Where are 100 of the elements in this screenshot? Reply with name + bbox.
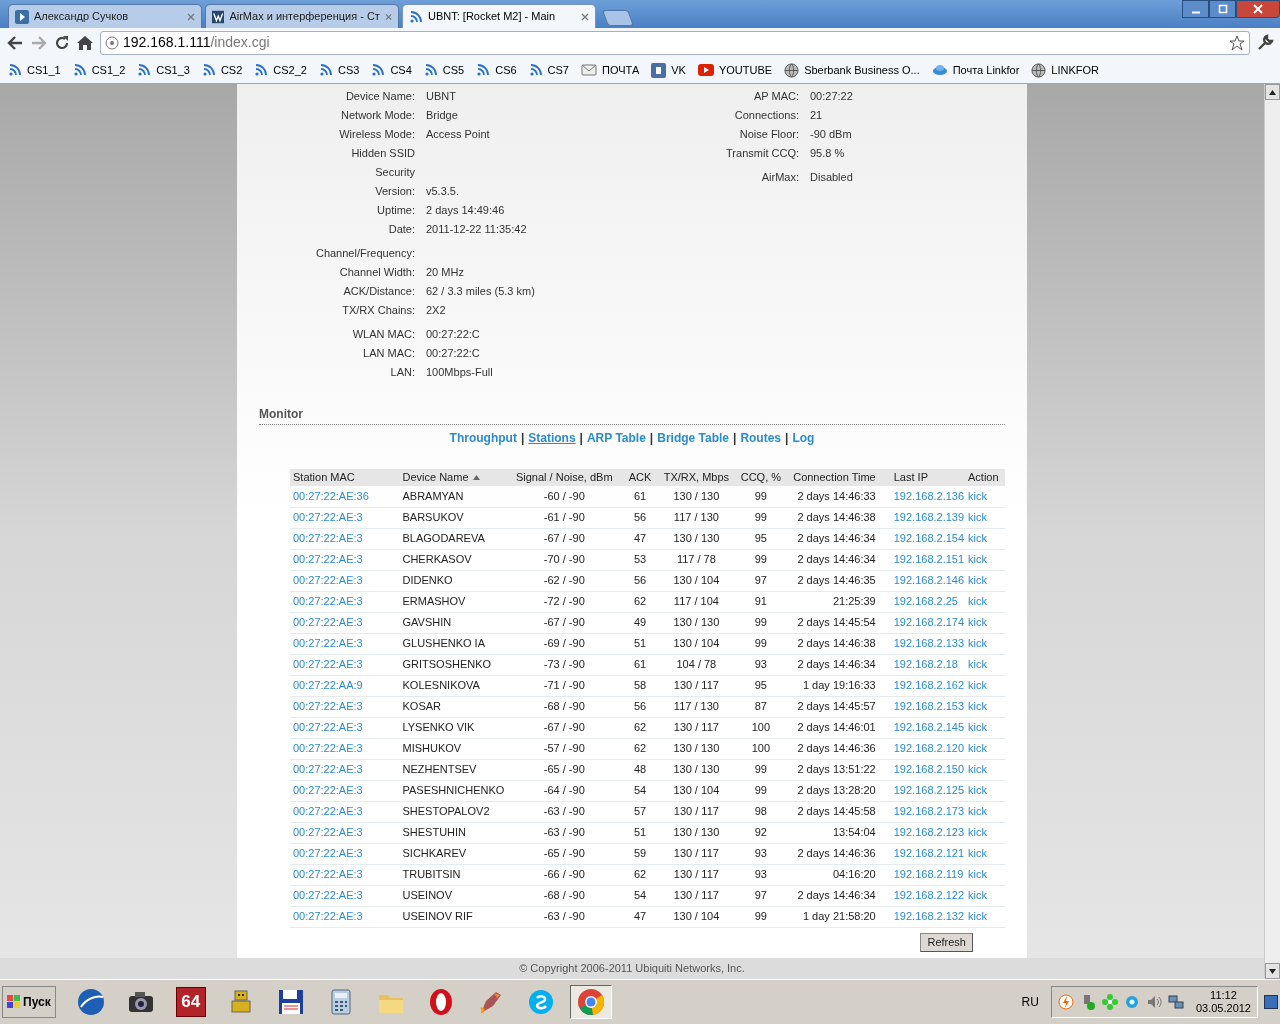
kick-link[interactable]: kick bbox=[968, 637, 987, 650]
mac-link[interactable]: 00:27:22:AE:3 bbox=[293, 763, 363, 776]
kick-link[interactable]: kick bbox=[968, 910, 987, 923]
bookmark[interactable]: Почта Linkfor bbox=[931, 61, 1020, 79]
ip-link[interactable]: 192.168.2.121 bbox=[893, 847, 965, 860]
show-desktop-button[interactable] bbox=[1264, 995, 1278, 1009]
column-header[interactable]: Connection Time bbox=[787, 469, 884, 486]
maximize-button[interactable] bbox=[1209, 0, 1236, 18]
star-icon[interactable] bbox=[1229, 34, 1245, 51]
mac-link[interactable]: 00:27:22:AE:3 bbox=[293, 637, 363, 650]
ip-link[interactable]: 192.168.2.145 bbox=[893, 721, 965, 734]
mac-link[interactable]: 00:27:22:AE:3 bbox=[293, 595, 363, 608]
bookmark[interactable]: CS2_2 bbox=[254, 61, 307, 79]
language-indicator[interactable]: RU bbox=[1021, 993, 1039, 1011]
column-header[interactable]: Last IP bbox=[883, 469, 966, 486]
kick-link[interactable]: kick bbox=[968, 868, 987, 881]
kick-link[interactable]: kick bbox=[968, 889, 987, 902]
kick-link[interactable]: kick bbox=[968, 721, 987, 734]
column-header[interactable]: Station MAC bbox=[290, 469, 397, 486]
ip-link[interactable]: 192.168.2.150 bbox=[893, 763, 965, 776]
kick-link[interactable]: kick bbox=[968, 616, 987, 629]
mac-link[interactable]: 00:27:22:AA:9 bbox=[293, 679, 363, 692]
mac-link[interactable]: 00:27:22:AE:3 bbox=[293, 700, 363, 713]
mac-link[interactable]: 00:27:22:AE:3 bbox=[293, 574, 363, 587]
kick-link[interactable]: kick bbox=[968, 511, 987, 524]
taskbar-button[interactable] bbox=[569, 985, 612, 1019]
mac-link[interactable]: 00:27:22:AE:3 bbox=[293, 742, 363, 755]
kick-link[interactable]: kick bbox=[968, 805, 987, 818]
browser-tab[interactable]: AirMax и интерференция - Ст bbox=[205, 4, 399, 28]
minimize-button[interactable] bbox=[1182, 0, 1209, 18]
network-icon[interactable] bbox=[1167, 994, 1184, 1010]
nav-link[interactable]: Stations bbox=[528, 429, 576, 447]
bookmark[interactable]: ПОЧТА bbox=[581, 61, 640, 79]
ip-link[interactable]: 192.168.2.120 bbox=[893, 742, 965, 755]
ip-link[interactable]: 192.168.2.125 bbox=[893, 784, 965, 797]
column-header[interactable]: CCQ, % bbox=[734, 469, 788, 486]
ip-link[interactable]: 192.168.2.132 bbox=[893, 910, 965, 923]
mac-link[interactable]: 00:27:22:AE:3 bbox=[293, 511, 363, 524]
bookmark[interactable]: YOUTUBE bbox=[697, 61, 773, 79]
kick-link[interactable]: kick bbox=[968, 826, 987, 839]
nav-link[interactable]: ARP Table bbox=[586, 429, 646, 447]
bookmark[interactable]: CS7 bbox=[528, 61, 569, 79]
column-header[interactable]: Signal / Noise, dBm bbox=[506, 469, 622, 486]
mac-link[interactable]: 00:27:22:AE:3 bbox=[293, 616, 363, 629]
column-header[interactable]: Device Name bbox=[396, 469, 507, 486]
bookmark[interactable]: CS6 bbox=[476, 61, 517, 79]
kick-link[interactable]: kick bbox=[968, 553, 987, 566]
scrollbar[interactable] bbox=[1264, 84, 1280, 979]
app-tile[interactable]: 64 bbox=[175, 987, 206, 1017]
scroll-down-icon[interactable] bbox=[1269, 968, 1276, 974]
mac-link[interactable]: 00:27:22:AE:3 bbox=[293, 658, 363, 671]
address-bar[interactable]: 192.168.1.111/index.cgi bbox=[100, 30, 1250, 55]
ip-link[interactable]: 192.168.2.153 bbox=[893, 700, 965, 713]
ip-link[interactable]: 192.168.2.154 bbox=[893, 532, 965, 545]
nav-link[interactable]: Throughput bbox=[449, 429, 517, 447]
mac-link[interactable]: 00:27:22:AE:3 bbox=[293, 532, 363, 545]
bookmark[interactable]: CS1_2 bbox=[72, 61, 126, 79]
mac-link[interactable]: 00:27:22:AE:3 bbox=[293, 805, 363, 818]
bookmark[interactable]: LINKFOR bbox=[1031, 61, 1099, 79]
ip-link[interactable]: 192.168.2.18 bbox=[893, 658, 958, 671]
circle-icon[interactable] bbox=[1123, 994, 1140, 1010]
chrome-icon[interactable] bbox=[575, 987, 606, 1017]
bookmark[interactable]: CS4 bbox=[371, 61, 412, 79]
nav-link[interactable]: Routes bbox=[740, 429, 782, 447]
kick-link[interactable]: kick bbox=[968, 679, 987, 692]
ip-link[interactable]: 192.168.2.151 bbox=[893, 553, 965, 566]
ip-link[interactable]: 192.168.2.162 bbox=[893, 679, 965, 692]
ip-link[interactable]: 192.168.2.123 bbox=[893, 826, 965, 839]
home-icon[interactable] bbox=[76, 34, 94, 51]
browser-tab[interactable]: UBNT: [Rocket M2] - Main bbox=[402, 4, 596, 28]
scroll-up-icon[interactable] bbox=[1269, 89, 1276, 95]
column-header[interactable]: Action bbox=[966, 469, 1005, 486]
mac-link[interactable]: 00:27:22:AE:3 bbox=[293, 910, 363, 923]
new-tab-button[interactable] bbox=[602, 10, 634, 26]
kick-link[interactable]: kick bbox=[968, 847, 987, 860]
ip-link[interactable]: 192.168.2.136 bbox=[893, 490, 965, 502]
kick-link[interactable]: kick bbox=[968, 574, 987, 587]
ip-link[interactable]: 192.168.2.174 bbox=[893, 616, 965, 629]
mac-link[interactable]: 00:27:22:AE:3 bbox=[293, 553, 363, 566]
start-button[interactable]: Пуск bbox=[2, 986, 56, 1018]
ip-link[interactable]: 192.168.2.122 bbox=[893, 889, 965, 902]
nav-link[interactable]: Bridge Table bbox=[657, 429, 729, 447]
refresh-button[interactable]: Refresh bbox=[920, 932, 973, 952]
kick-link[interactable]: kick bbox=[968, 595, 987, 608]
kick-link[interactable]: kick bbox=[968, 658, 987, 671]
bookmark[interactable]: CS2 bbox=[201, 61, 243, 79]
browser-tab[interactable]: Александр Сучков bbox=[8, 4, 202, 28]
mac-link[interactable]: 00:27:22:AE:3 bbox=[293, 826, 363, 839]
globe-icon[interactable] bbox=[75, 987, 106, 1017]
kick-link[interactable]: kick bbox=[968, 784, 987, 797]
close-icon[interactable] bbox=[581, 12, 589, 21]
ip-link[interactable]: 192.168.2.119 bbox=[893, 868, 964, 881]
lightning-icon[interactable] bbox=[1057, 994, 1074, 1010]
back-icon[interactable] bbox=[6, 34, 24, 51]
kick-link[interactable]: kick bbox=[968, 532, 987, 545]
taskbar-button[interactable]: 64 bbox=[169, 985, 212, 1019]
reload-icon[interactable] bbox=[54, 34, 70, 51]
mac-link[interactable]: 00:27:22:AE:3 bbox=[293, 847, 363, 860]
ip-link[interactable]: 192.168.2.146 bbox=[893, 574, 965, 587]
wrench-icon[interactable] bbox=[1256, 33, 1274, 52]
